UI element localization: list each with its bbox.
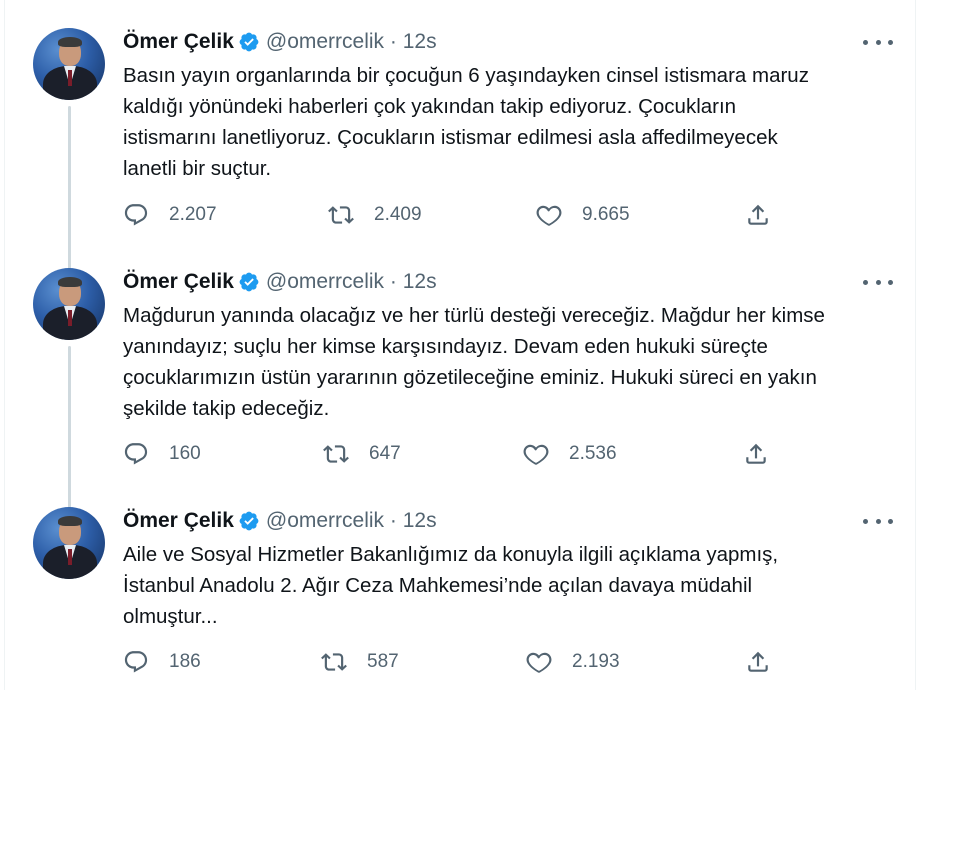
retweet-icon (328, 206, 354, 224)
author-handle[interactable]: @omerrcelik · 12s (266, 30, 437, 54)
retweet-count: 587 (367, 651, 399, 672)
reply-icon (124, 204, 148, 226)
like-icon (523, 444, 549, 465)
retweet-count: 647 (369, 443, 401, 464)
reply-count: 186 (169, 651, 201, 672)
tweet-header: Ömer Çelik @omerrcelik · 12s (123, 268, 437, 296)
tweet-text-line: şekilde takip edeceğiz. (123, 397, 330, 420)
more-dots-icon[interactable] (863, 274, 893, 290)
tweet-text: Aile ve Sosyal Hizmetler Bakanlığımız da… (123, 539, 893, 632)
avatar[interactable] (33, 507, 105, 579)
tweet-1[interactable]: Ömer Çelik @omerrcelik · 12s Basın yayın… (5, 28, 915, 270)
like-icon (526, 652, 552, 673)
reply-icon (124, 443, 148, 465)
reply-count: 2.207 (169, 204, 217, 225)
author-name[interactable]: Ömer Çelik (123, 509, 234, 533)
like-button[interactable]: 9.665 (536, 200, 630, 230)
tweet-actions: 186 587 2.193 (123, 647, 773, 677)
like-count: 9.665 (582, 204, 630, 225)
retweet-icon (321, 653, 347, 671)
tweet-header: Ömer Çelik @omerrcelik · 12s (123, 507, 437, 535)
author-handle[interactable]: @omerrcelik · 12s (266, 509, 437, 533)
tweet-3[interactable]: Ömer Çelik @omerrcelik · 12s Aile ve Sos… (5, 507, 915, 687)
reply-button[interactable]: 186 (123, 647, 201, 677)
tweet-text-line: Basın yayın organlarında bir çocuğun 6 y… (123, 64, 809, 87)
retweet-button[interactable]: 647 (323, 439, 401, 469)
tweet-text-line: Aile ve Sosyal Hizmetler Bakanlığımız da… (123, 543, 779, 566)
like-button[interactable]: 2.193 (526, 647, 620, 677)
author-handle[interactable]: @omerrcelik · 12s (266, 270, 437, 294)
share-icon (748, 204, 768, 225)
more-dots-icon[interactable] (863, 513, 893, 529)
tweet-text-line: kaldığı yönündeki haberleri çok yakından… (123, 95, 737, 118)
verified-badge-icon (238, 510, 260, 532)
tweet-text-line: yanındayız; suçlu her kimse karşısındayı… (123, 335, 768, 358)
reply-button[interactable]: 160 (123, 439, 201, 469)
reply-icon (124, 651, 148, 673)
share-icon (746, 443, 766, 464)
retweet-button[interactable]: 2.409 (328, 200, 422, 230)
avatar[interactable] (33, 268, 105, 340)
avatar[interactable] (33, 28, 105, 100)
like-count: 2.536 (569, 443, 617, 464)
share-button[interactable] (745, 647, 771, 677)
thread-connector (68, 346, 71, 510)
share-icon (748, 651, 768, 672)
retweet-button[interactable]: 587 (321, 647, 399, 677)
tweet-text-line: İstanbul Anadolu 2. Ağır Ceza Mahkemesi’… (123, 574, 753, 597)
like-count: 2.193 (572, 651, 620, 672)
tweet-text-line: Mağdurun yanında olacağız ve her türlü d… (123, 304, 825, 327)
share-button[interactable] (743, 439, 769, 469)
tweet-actions: 160 647 2.536 (123, 439, 773, 469)
author-name[interactable]: Ömer Çelik (123, 270, 234, 294)
share-button[interactable] (745, 200, 771, 230)
reply-count: 160 (169, 443, 201, 464)
tweet-2[interactable]: Ömer Çelik @omerrcelik · 12s Mağdurun ya… (5, 268, 915, 510)
tweet-text-line: olmuştur... (123, 605, 218, 628)
tweet-text-line: istismarını lanetliyoruz. Çocukların ist… (123, 126, 778, 149)
author-name[interactable]: Ömer Çelik (123, 30, 234, 54)
like-button[interactable]: 2.536 (523, 439, 617, 469)
tweet-header: Ömer Çelik @omerrcelik · 12s (123, 28, 437, 56)
tweet-actions: 2.207 2.409 9.665 (123, 200, 773, 230)
more-dots-icon[interactable] (863, 34, 893, 50)
tweet-text-line: lanetli bir suçtur. (123, 157, 272, 180)
like-icon (536, 205, 562, 226)
retweet-icon (323, 445, 349, 463)
tweet-text: Basın yayın organlarında bir çocuğun 6 y… (123, 60, 893, 184)
tweet-text-line: çocuklarımızın üstün yararının gözetilec… (123, 366, 817, 389)
verified-badge-icon (238, 31, 260, 53)
thread-connector (68, 106, 71, 270)
reply-button[interactable]: 2.207 (123, 200, 217, 230)
retweet-count: 2.409 (374, 204, 422, 225)
tweet-text: Mağdurun yanında olacağız ve her türlü d… (123, 300, 893, 424)
verified-badge-icon (238, 271, 260, 293)
tweet-thread: Ömer Çelik @omerrcelik · 12s Basın yayın… (4, 0, 916, 690)
